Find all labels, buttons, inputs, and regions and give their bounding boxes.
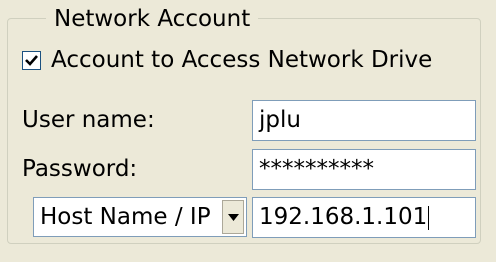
access-network-drive-label: Account to Access Network Drive [51,47,433,73]
password-value: ********** [259,156,374,182]
host-address-value: 192.168.1.101 [259,204,428,230]
chevron-down-icon [227,213,239,221]
host-address-input[interactable]: 192.168.1.101 [252,197,476,238]
username-label: User name: [22,107,155,133]
host-type-dropdown-button[interactable] [222,200,244,234]
password-input[interactable]: ********** [252,149,476,190]
groupbox-title: Network Account [46,2,259,36]
access-network-drive-checkbox[interactable] [22,50,41,70]
password-label: Password: [22,156,138,182]
host-type-select[interactable]: Host Name / IP [33,197,247,237]
access-network-drive-checkbox-row[interactable]: Account to Access Network Drive [22,42,432,78]
host-type-value: Host Name / IP [40,204,211,230]
check-icon [25,54,38,66]
text-caret [428,205,430,230]
username-value: jplu [259,107,301,133]
username-input[interactable]: jplu [252,100,476,141]
